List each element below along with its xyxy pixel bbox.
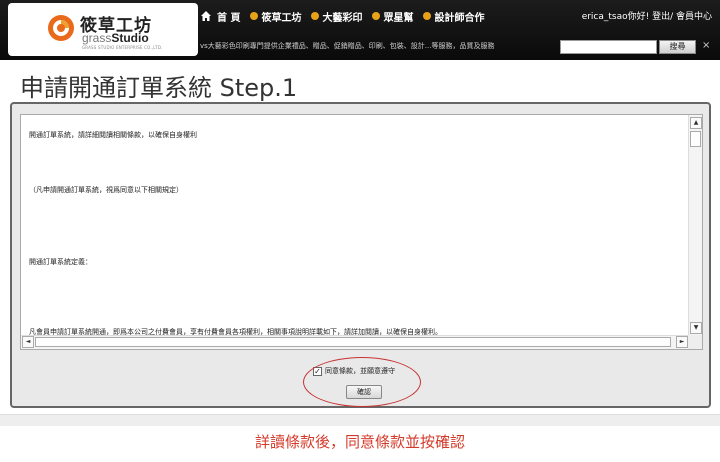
nav-item-star-group[interactable]: 眾星幫 [372,9,413,24]
nav-item-grass-studio[interactable]: 筱草工坊 [250,9,301,24]
logo-english-name: grassStudio [82,31,149,45]
confirm-button[interactable]: 確認 [346,385,382,399]
nav-item-label: 眾星幫 [383,12,414,24]
agree-checkbox[interactable]: ✓ [313,366,322,376]
terms-line: 開通訂單系統，請詳細閱讀相關條款，以確保自身權利 [29,131,197,139]
instruction-caption: 詳讀條款後，同意條款並按確認 [254,433,465,451]
agree-checkbox-label[interactable]: 同意條款，並願意遵守 [325,366,395,376]
site-header: 筱草工坊 grassStudio GRASS STUDIO ENTERPRISE… [0,0,720,60]
close-icon[interactable]: × [702,40,710,51]
scroll-right-button[interactable]: ► [676,336,688,348]
main-nav: 首 頁 筱草工坊 大藝彩印 眾星幫 設計師合作 [200,8,494,24]
vertical-scrollbar[interactable]: ▲ ▼ [688,115,702,336]
orange-dot-icon [372,12,381,20]
orange-dot-icon [423,12,432,20]
vertical-scroll-thumb[interactable] [690,131,701,147]
terms-line: （凡申請開通訂單系統，視爲同意以下相關規定） [29,186,183,194]
marquee-ticker: vs大藝彩色印刷專門提供企業禮品、贈品、促銷贈品、印刷、包裝、設計...等服務，… [200,42,495,50]
search-button[interactable]: 搜尋 [659,40,696,54]
highlight-annotation-ring [303,357,421,407]
site-logo[interactable]: 筱草工坊 grassStudio GRASS STUDIO ENTERPRISE… [8,3,198,56]
footer-strip [0,414,720,426]
scroll-left-button[interactable]: ◄ [22,336,34,348]
nav-item-designer[interactable]: 設計師合作 [423,9,484,24]
user-greeting-links[interactable]: erica_tsao你好! 登出/ 會員中心 [582,9,712,22]
agree-row[interactable]: ✓ 同意條款，並願意遵守 [313,366,395,376]
nav-item-label: 設計師合作 [434,12,485,24]
terms-panel: 開通訂單系統，請詳細閱讀相關條款，以確保自身權利 （凡申請開通訂單系統，視爲同意… [10,102,711,408]
logo-subtitle: GRASS STUDIO ENTERPRISE CO.,LTD. [82,45,163,50]
home-icon [201,11,211,21]
scroll-down-button[interactable]: ▼ [690,322,702,334]
nav-item-label: 筱草工坊 [261,12,302,24]
search-input[interactable] [560,40,657,54]
terms-content: 開通訂單系統，請詳細閱讀相關條款，以確保自身權利 （凡申請開通訂單系統，視爲同意… [21,115,689,336]
scrollbar-corner [688,335,702,349]
orange-dot-icon [311,12,320,20]
scroll-up-button[interactable]: ▲ [690,117,702,129]
page-title: 申請開通訂單系統 Step.1 [20,74,298,102]
orange-dot-icon [250,12,259,20]
nav-item-home[interactable]: 首 頁 [200,9,240,24]
nav-item-label: 首 頁 [217,12,241,24]
logo-swirl-icon [48,15,74,41]
terms-scroll-box[interactable]: 開通訂單系統，請詳細閱讀相關條款，以確保自身權利 （凡申請開通訂單系統，視爲同意… [20,114,703,350]
terms-line: 開通訂單系統定義： [29,258,92,266]
horizontal-scroll-thumb[interactable] [35,337,671,347]
nav-item-label: 大藝彩印 [322,12,363,24]
page-root: 筱草工坊 grassStudio GRASS STUDIO ENTERPRISE… [0,0,720,462]
horizontal-scrollbar[interactable]: ◄ ► [21,335,689,349]
nav-item-color-print[interactable]: 大藝彩印 [311,9,362,24]
